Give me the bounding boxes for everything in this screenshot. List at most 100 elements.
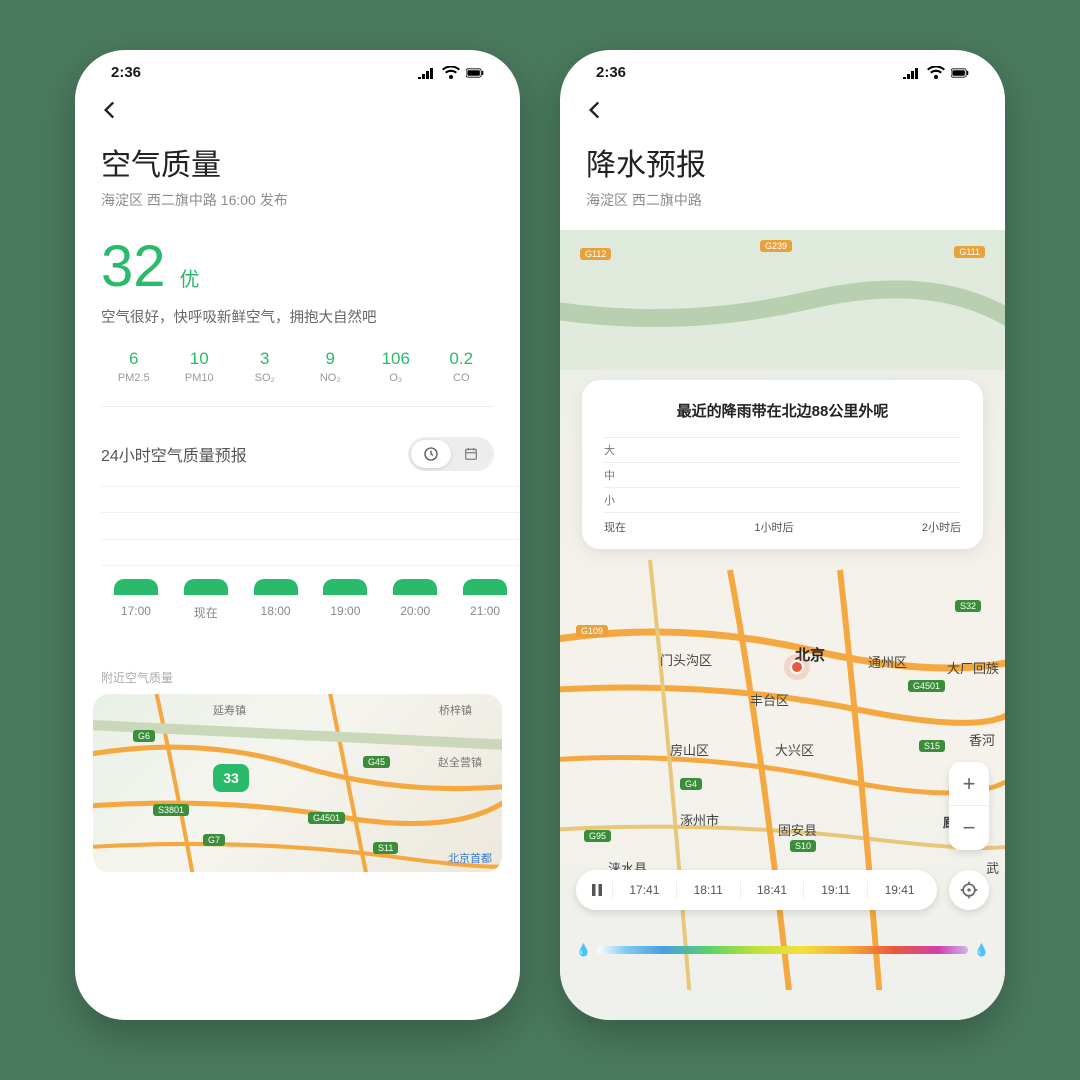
timeline-slot[interactable]: 18:41 [740, 881, 804, 899]
city-label: 丰台区 [750, 690, 789, 709]
rain-levels: 大 中 小 [604, 437, 961, 513]
battery-icon [466, 66, 484, 80]
status-time: 2:36 [596, 64, 626, 81]
pollutant-so2[interactable]: 3SO₂ [232, 349, 298, 384]
page-subtitle: 海淀区 西二旗中路 16:00 发布 [101, 190, 494, 210]
signal-icon [903, 66, 921, 80]
pollutant-o3[interactable]: 106O₃ [363, 349, 429, 384]
page-header: 降水预报 海淀区 西二旗中路 [560, 132, 1005, 224]
road-tag: S15 [919, 740, 945, 752]
crosshair-icon [959, 880, 979, 900]
road-tag: S10 [790, 840, 816, 852]
rain-forecast-card: 最近的降雨带在北边88公里外呢 大 中 小 现在 1小时后 2小时后 [582, 380, 983, 549]
toggle-hourly-button[interactable] [411, 440, 451, 468]
zoom-in-button[interactable]: + [949, 762, 989, 806]
nearby-map[interactable]: G6 G45 S3801 G4501 G7 S11 延寿镇 桥梓镇 赵全营镇 北… [93, 694, 502, 872]
chart-label: 20:00 [380, 604, 450, 621]
rain-time: 现在 [604, 519, 626, 535]
road-tag: G95 [584, 830, 611, 842]
drop-small-icon: 💧 [576, 943, 591, 957]
chart-label: 17:00 [101, 604, 171, 621]
view-toggle [408, 437, 494, 471]
location-marker [790, 660, 804, 674]
road-tag: S3801 [153, 804, 189, 816]
city-label: 大厂回族 [947, 658, 999, 677]
timeline-slot[interactable]: 19:41 [867, 881, 931, 899]
signal-icon [418, 66, 436, 80]
battery-icon [951, 66, 969, 80]
pause-button[interactable] [582, 883, 612, 897]
page-subtitle: 海淀区 西二旗中路 [586, 190, 979, 210]
locate-button[interactable] [949, 870, 989, 910]
chart-label: 18:00 [241, 604, 311, 621]
status-icons [903, 66, 969, 80]
timeline-slot[interactable]: 18:11 [676, 881, 740, 899]
clock-icon [423, 446, 439, 462]
road-tag: G111 [954, 246, 985, 258]
aqi-section: 32 优 空气很好，快呼吸新鲜空气，拥抱大自然吧 6PM2.5 10PM10 3… [75, 224, 520, 413]
phone-precipitation: 2:36 降水预报 海淀区 西二旗中路 G112 G239 G111 G109 … [560, 50, 1005, 1020]
road-tag: S32 [955, 600, 981, 612]
back-icon[interactable] [97, 97, 123, 123]
city-label: 涿州市 [680, 810, 719, 829]
timeline-slot[interactable]: 19:11 [803, 881, 867, 899]
legend-gradient [597, 946, 968, 954]
pollutant-pm10[interactable]: 10PM10 [167, 349, 233, 384]
aqi-description: 空气很好，快呼吸新鲜空气，拥抱大自然吧 [101, 306, 494, 327]
city-label: 香河 [969, 730, 995, 749]
city-label: 通州区 [868, 652, 907, 671]
rain-level-high: 大 [604, 438, 961, 463]
road-tag: G45 [363, 756, 390, 768]
rain-time-axis: 现在 1小时后 2小时后 [604, 513, 961, 535]
road-tag: G6 [133, 730, 155, 742]
calendar-icon [463, 446, 479, 462]
map-aqi-pin[interactable]: 33 [213, 764, 249, 806]
forecast-chart[interactable]: 17:00 现在 18:00 19:00 20:00 21:00 [75, 481, 520, 631]
chart-label: 21:00 [450, 604, 520, 621]
precipitation-map[interactable]: G112 G239 G111 G109 S32 G4501 G4 S15 G95… [560, 230, 1005, 1020]
rain-level-low: 小 [604, 488, 961, 513]
city-label: 固安县 [778, 820, 817, 839]
pollutant-pm25[interactable]: 6PM2.5 [101, 349, 167, 384]
pause-icon [590, 883, 604, 897]
timeline-slot[interactable]: 17:41 [612, 881, 676, 899]
page-title: 降水预报 [586, 140, 979, 184]
status-time: 2:36 [111, 64, 141, 81]
nav-row [75, 87, 520, 132]
zoom-controls: + − [949, 762, 989, 850]
road-tag: S11 [373, 842, 398, 854]
rain-time: 1小时后 [754, 519, 793, 535]
nearby-label: 附近空气质量 [75, 631, 520, 694]
city-label: 武 [986, 858, 999, 877]
road-tag: G4501 [308, 812, 345, 824]
zoom-out-button[interactable]: − [949, 806, 989, 850]
page-header: 空气质量 海淀区 西二旗中路 16:00 发布 [75, 132, 520, 224]
pollutant-no2[interactable]: 9NO₂ [298, 349, 364, 384]
back-icon[interactable] [582, 97, 608, 123]
city-label: 门头沟区 [660, 650, 712, 669]
pollutant-row: 6PM2.5 10PM10 3SO₂ 9NO₂ 106O₃ 0.2CO [101, 349, 494, 407]
road-tag: G112 [580, 248, 611, 260]
timeline-scrubber[interactable]: 17:41 18:11 18:41 19:11 19:41 [576, 870, 937, 910]
status-icons [418, 66, 484, 80]
wifi-icon [927, 66, 945, 80]
chart-label: 19:00 [310, 604, 380, 621]
road-tag: G109 [576, 625, 608, 637]
forecast-header: 24小时空气质量预报 [75, 413, 520, 481]
toggle-daily-button[interactable] [451, 440, 491, 468]
map-place: 赵全营镇 [438, 754, 482, 770]
intensity-legend: 💧 💧 [576, 940, 989, 960]
aqi-level: 优 [180, 263, 200, 292]
rain-time: 2小时后 [922, 519, 961, 535]
rain-level-mid: 中 [604, 463, 961, 488]
pollutant-co[interactable]: 0.2CO [429, 349, 495, 384]
rain-card-title: 最近的降雨带在北边88公里外呢 [604, 400, 961, 421]
road-tag: G7 [203, 834, 225, 846]
city-label: 大兴区 [775, 740, 814, 759]
city-label: 房山区 [670, 740, 709, 759]
statusbar: 2:36 [560, 50, 1005, 87]
wifi-icon [442, 66, 460, 80]
page-title: 空气质量 [101, 140, 494, 184]
road-tag: G239 [760, 240, 792, 252]
map-place: 桥梓镇 [439, 702, 472, 718]
